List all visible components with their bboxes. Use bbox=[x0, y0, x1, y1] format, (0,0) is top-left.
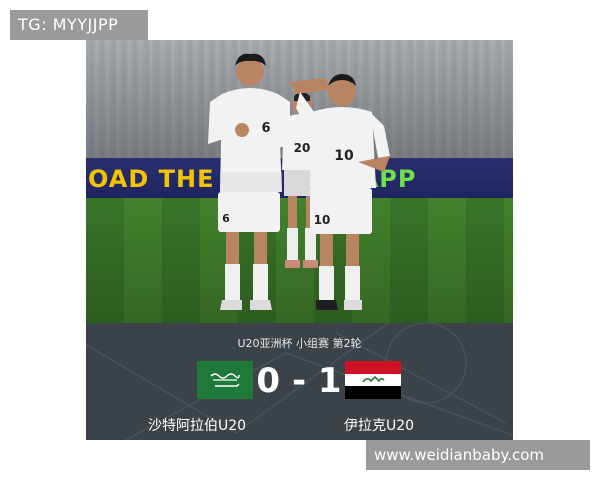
player-number-6: 6 bbox=[261, 121, 270, 136]
url-watermark: www.weidianbaby.com bbox=[366, 440, 590, 470]
match-photo: OAD THE OC LIVE APP 20 bbox=[86, 40, 513, 323]
player-shorts-number-6: 6 bbox=[222, 212, 230, 225]
player-number-10: 10 bbox=[334, 148, 354, 164]
player-shorts-number-10: 10 bbox=[314, 213, 331, 227]
match-card: OAD THE OC LIVE APP 20 bbox=[86, 40, 513, 440]
away-team-name: 伊拉克U20 bbox=[344, 418, 415, 434]
iraq-flag bbox=[345, 361, 401, 399]
away-score: 1 bbox=[317, 361, 342, 401]
home-score: 0 bbox=[256, 361, 281, 401]
home-team-name: 沙特阿拉伯U20 bbox=[148, 418, 247, 434]
tg-watermark: TG: MYYJJPP bbox=[10, 10, 148, 40]
competition-label: U20亚洲杯 小组赛 第2轮 bbox=[237, 337, 362, 350]
score-panel: U20亚洲杯 小组赛 第2轮 0 - 1 沙特阿拉伯U20 伊拉克U20 bbox=[86, 323, 513, 440]
player-10: 10 10 bbox=[290, 74, 390, 310]
score-separator: - bbox=[291, 361, 307, 401]
score-display: 0 - 1 bbox=[244, 359, 354, 403]
player-6: 6 6 bbox=[208, 53, 290, 310]
page: TG: MYYJJPP OAD THE OC LIVE APP bbox=[0, 0, 600, 480]
